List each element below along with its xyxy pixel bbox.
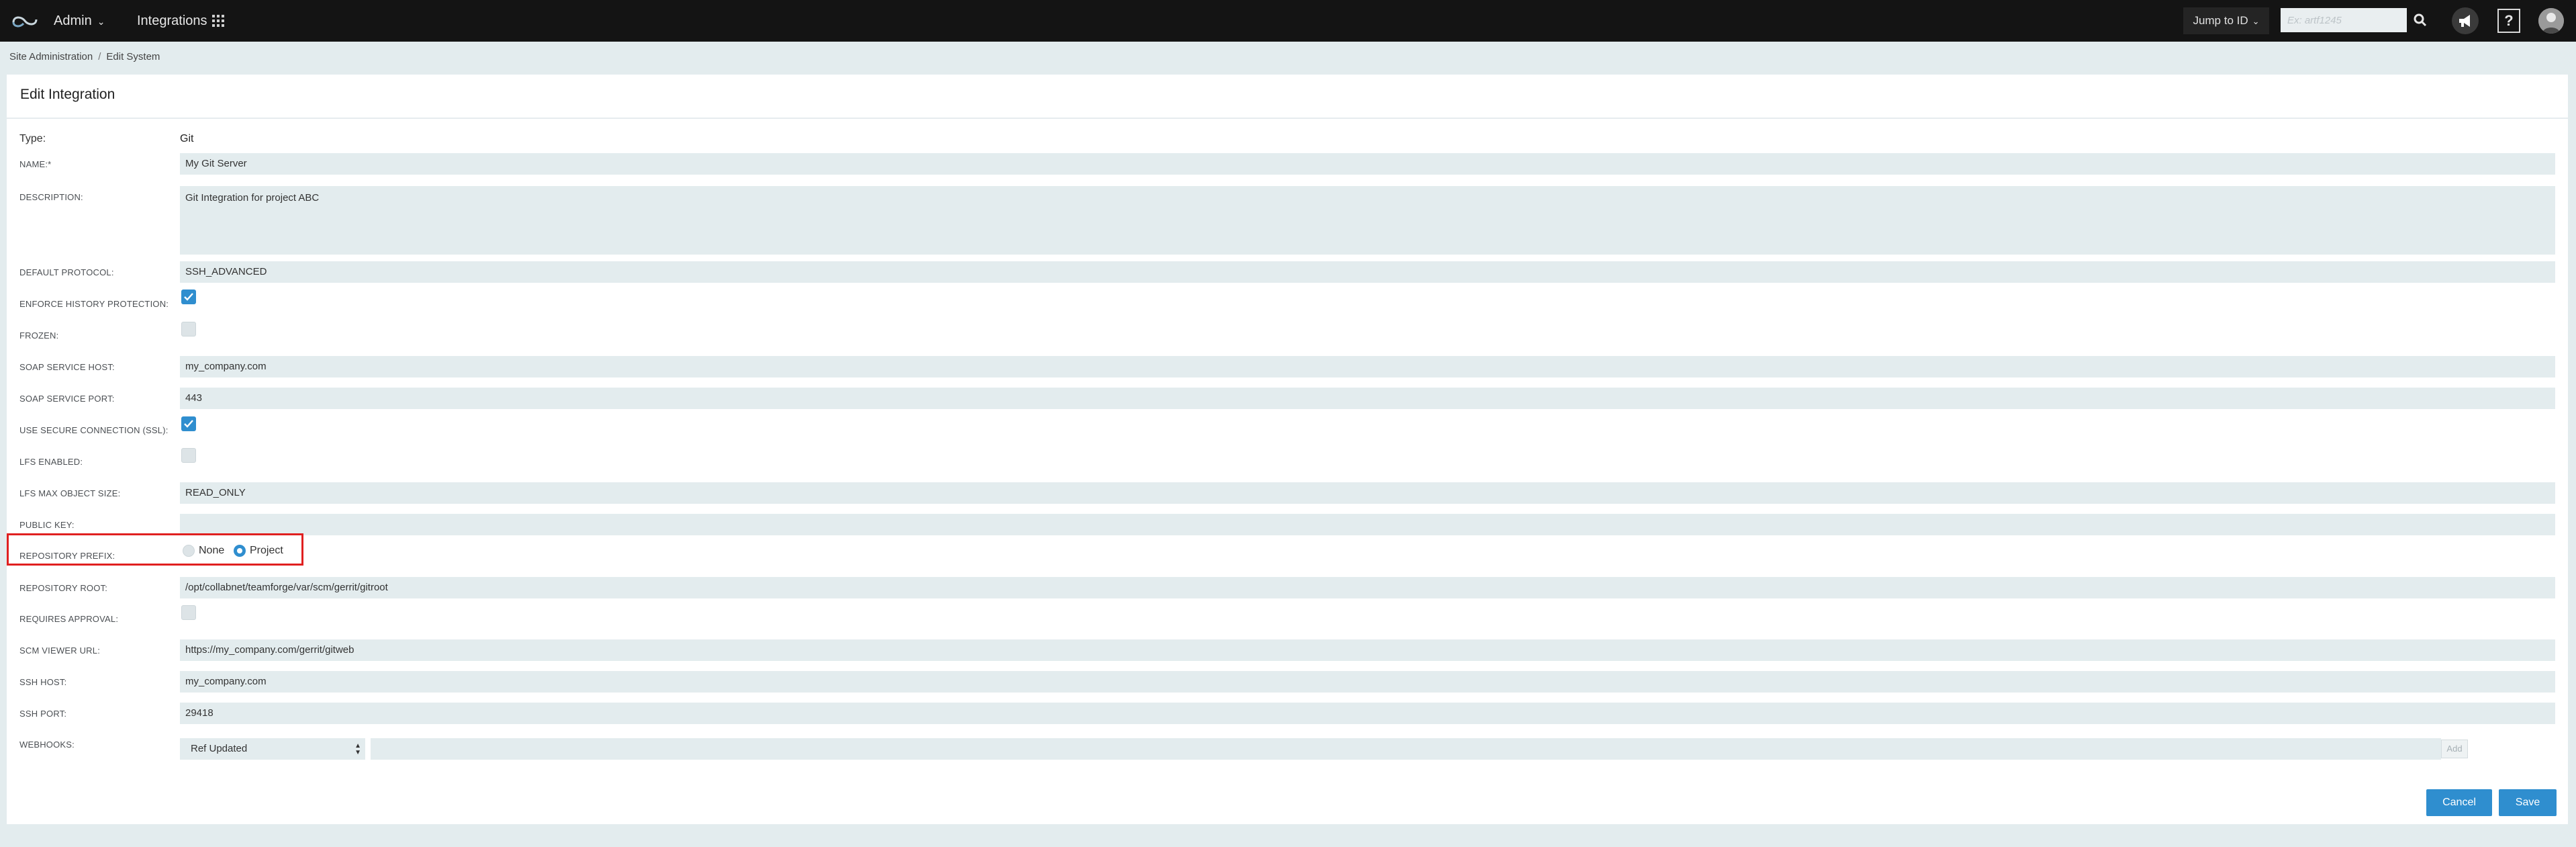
ssl-checkbox[interactable] (181, 416, 196, 431)
repository-root-label: REPOSITORY ROOT: (19, 583, 108, 593)
ssh-port-field[interactable] (180, 703, 2555, 724)
admin-menu-label: Admin (54, 13, 92, 28)
avatar[interactable] (2538, 8, 2564, 34)
lfs-max-label: LFS MAX OBJECT SIZE: (19, 488, 121, 498)
frozen-label: FROZEN: (19, 330, 59, 341)
repository-prefix-project-radio[interactable] (234, 545, 246, 557)
ssh-port-label: SSH PORT: (19, 709, 67, 719)
scm-viewer-field[interactable] (180, 639, 2555, 661)
search-icon[interactable] (2412, 11, 2428, 30)
announcements-button[interactable] (2452, 7, 2479, 34)
repository-root-field[interactable] (180, 577, 2555, 598)
breadcrumb-edit-system: Edit System (106, 51, 160, 62)
description-field[interactable]: Git Integration for project ABC (180, 186, 2555, 255)
scm-viewer-label: SCM VIEWER URL: (19, 645, 101, 656)
integrations-link[interactable]: Integrations (137, 0, 207, 42)
webhooks-label: WEBHOOKS: (19, 740, 75, 750)
breadcrumb-separator: / (98, 51, 101, 62)
jump-to-id-dropdown[interactable]: Jump to ID ⌄ (2183, 7, 2269, 34)
user-photo-icon (2538, 8, 2564, 34)
checkmark-icon (184, 420, 193, 428)
jump-to-id-label: Jump to ID (2193, 14, 2248, 27)
public-key-label: PUBLIC KEY: (19, 520, 75, 530)
name-field[interactable] (180, 153, 2555, 175)
lfs-enabled-checkbox[interactable] (181, 448, 196, 463)
help-icon[interactable]: ? (2497, 9, 2520, 33)
webhooks-event-select[interactable]: Ref Updated ▲ ▼ (180, 738, 365, 760)
soap-port-field[interactable] (180, 388, 2555, 409)
chevron-down-icon: ⌄ (2252, 16, 2260, 26)
repository-prefix-none-label[interactable]: None (199, 545, 224, 557)
breadcrumb-site-administration[interactable]: Site Administration (9, 51, 93, 62)
jump-to-id-input[interactable] (2281, 8, 2407, 32)
webhooks-add-button[interactable]: Add (2441, 740, 2468, 758)
chevron-down-icon: ⌄ (97, 15, 105, 27)
ssh-host-field[interactable] (180, 671, 2555, 693)
soap-port-label: SOAP SERVICE PORT: (19, 394, 115, 404)
repository-prefix-project-label[interactable]: Project (250, 545, 283, 557)
repository-prefix-none-radio[interactable] (183, 545, 195, 557)
top-navbar: Admin ⌄ Integrations Jump to ID ⌄ ? (0, 0, 2576, 42)
page-title: Edit Integration (20, 87, 115, 102)
title-divider (7, 118, 2568, 119)
select-arrows-icon: ▲ ▼ (354, 742, 361, 756)
soap-host-field[interactable] (180, 356, 2555, 377)
type-value: Git (180, 133, 194, 144)
webhooks-url-input[interactable] (371, 738, 2441, 760)
admin-menu[interactable]: Admin ⌄ (54, 0, 105, 42)
repository-prefix-label: REPOSITORY PREFIX: (19, 551, 115, 561)
breadcrumb: Site Administration / Edit System (9, 51, 160, 62)
edit-integration-panel: Edit Integration Type: Git NAME:* DESCRI… (7, 75, 2568, 824)
name-label: NAME:* (19, 159, 52, 169)
enforce-history-label: ENFORCE HISTORY PROTECTION: (19, 299, 169, 309)
requires-approval-label: REQUIRES APPROVAL: (19, 614, 119, 624)
ssh-host-label: SSH HOST: (19, 677, 67, 687)
cancel-button[interactable]: Cancel (2426, 789, 2492, 816)
apps-grid-icon[interactable] (212, 15, 224, 27)
checkmark-icon (184, 293, 193, 301)
megaphone-icon (2459, 15, 2470, 27)
soap-host-label: SOAP SERVICE HOST: (19, 362, 115, 372)
default-protocol-field[interactable] (180, 261, 2555, 283)
lfs-max-field[interactable] (180, 482, 2555, 504)
frozen-checkbox[interactable] (181, 322, 196, 337)
enforce-history-checkbox[interactable] (181, 289, 196, 304)
requires-approval-checkbox[interactable] (181, 605, 196, 620)
description-label: DESCRIPTION: (19, 192, 83, 202)
type-label: Type: (19, 133, 46, 144)
public-key-field[interactable] (180, 514, 2555, 535)
lfs-enabled-label: LFS ENABLED: (19, 457, 83, 467)
app-logo-icon[interactable] (11, 11, 39, 31)
save-button[interactable]: Save (2499, 789, 2557, 816)
default-protocol-label: DEFAULT PROTOCOL: (19, 267, 114, 277)
ssl-label: USE SECURE CONNECTION (SSL): (19, 425, 169, 435)
webhooks-event-value: Ref Updated (191, 743, 248, 754)
